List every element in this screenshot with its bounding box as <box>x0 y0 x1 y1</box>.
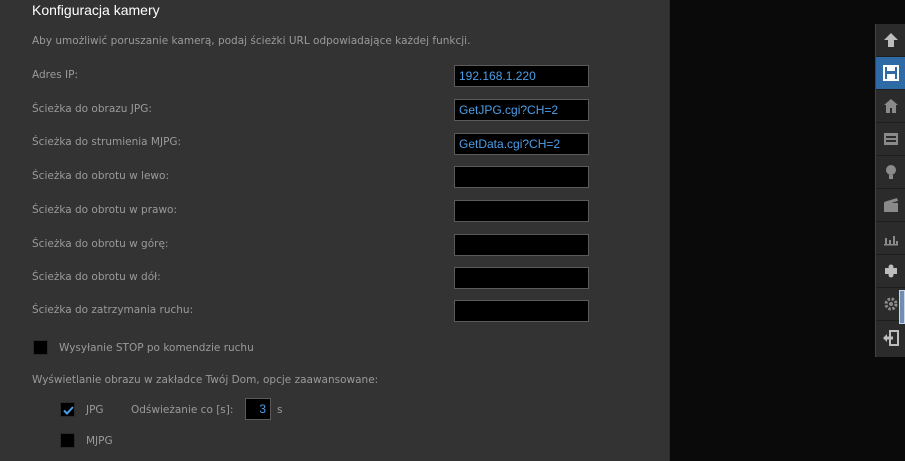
refresh-interval-input[interactable]: 3 <box>245 398 271 420</box>
save-icon <box>883 65 899 81</box>
lightbulb-icon <box>886 165 896 179</box>
home-icon <box>884 99 898 113</box>
home-button[interactable] <box>876 90 905 123</box>
stop-after-move-label: Wysyłanie STOP po komendzie ruchu <box>59 342 254 354</box>
mjpg-path-input[interactable]: GetData.cgi?CH=2 <box>454 133 589 155</box>
stop-motion-input[interactable] <box>454 300 589 322</box>
chart-button[interactable] <box>876 222 905 255</box>
display-options-heading: Wyświetlanie obrazu w zakładce Twój Dom,… <box>32 374 379 386</box>
stop-motion-label: Ścieżka do zatrzymania ruchu: <box>32 304 194 316</box>
plugins-button[interactable] <box>876 255 905 288</box>
refresh-label: Odświeżanie co [s]: <box>131 404 234 416</box>
logout-button[interactable] <box>876 321 905 354</box>
ip-address-label: Adres IP: <box>32 69 78 81</box>
refresh-unit: s <box>277 404 283 416</box>
clapperboard-icon <box>884 198 898 212</box>
rotate-down-input[interactable] <box>454 267 589 289</box>
ip-address-input[interactable]: 192.168.1.220 <box>454 65 589 87</box>
chart-icon <box>884 236 898 246</box>
checkmark-icon <box>63 406 74 415</box>
rotate-down-label: Ścieżka do obrotu w dół: <box>32 271 161 283</box>
rotate-up-label: Ścieżka do obrotu w górę: <box>32 238 169 250</box>
settings-icon <box>884 297 898 311</box>
mjpg-path-label: Ścieżka do strumienia MJPG: <box>32 136 182 148</box>
intro-text: Aby umożliwić poruszanie kamerą, podaj ś… <box>32 35 471 47</box>
page-title: Konfiguracja kamery <box>32 2 160 18</box>
arrow-up-icon <box>884 33 898 47</box>
jpg-path-label: Ścieżka do obrazu JPG: <box>32 103 152 115</box>
control-panel-icon <box>884 133 898 145</box>
rotate-left-input[interactable] <box>454 166 589 188</box>
rotate-left-label: Ścieżka do obrotu w lewo: <box>32 170 169 182</box>
save-button[interactable] <box>876 57 905 90</box>
panel-resize-handle[interactable] <box>899 290 905 324</box>
rotate-up-input[interactable] <box>454 234 589 256</box>
control-panel-button[interactable] <box>876 123 905 156</box>
stop-after-move-checkbox[interactable] <box>33 340 48 355</box>
logout-icon <box>883 329 899 346</box>
mjpg-checkbox[interactable] <box>60 433 75 448</box>
rotate-right-label: Ścieżka do obrotu w prawo: <box>32 204 178 216</box>
arrow-up-button[interactable] <box>876 24 905 57</box>
jpg-path-input[interactable]: GetJPG.cgi?CH=2 <box>454 99 589 121</box>
jpg-label: JPG <box>86 404 104 416</box>
camera-config-panel: Konfiguracja kamery Aby umożliwić porusz… <box>0 0 670 461</box>
jpg-checkbox[interactable] <box>60 402 75 417</box>
scenes-button[interactable] <box>876 189 905 222</box>
puzzle-icon <box>885 264 897 278</box>
lights-button[interactable] <box>876 156 905 189</box>
mjpg-label: MJPG <box>86 435 113 447</box>
rotate-right-input[interactable] <box>454 200 589 222</box>
